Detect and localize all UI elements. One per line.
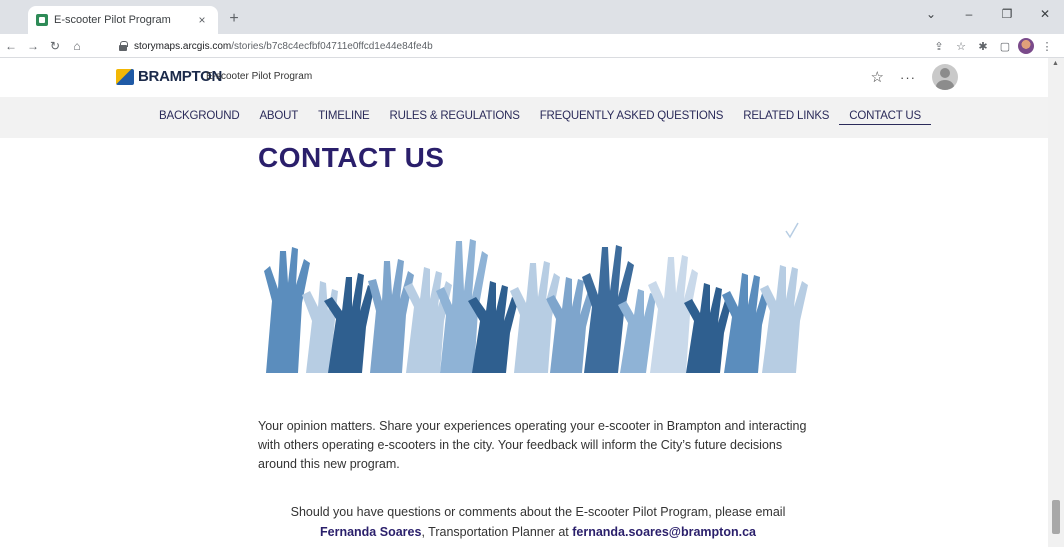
nav-item-faq[interactable]: FREQUENTLY ASKED QUESTIONS [530,110,734,125]
contact-paragraph: Should you have questions or comments ab… [258,502,818,542]
new-tab-button[interactable]: + [224,9,244,29]
user-avatar[interactable] [932,64,958,90]
nav-item-about[interactable]: ABOUT [249,110,308,125]
nav-item-rules-regulations[interactable]: RULES & REGULATIONS [380,110,530,125]
storymaps-favicon-icon [36,14,48,26]
reload-icon[interactable]: ↻ [44,35,66,57]
favorite-star-icon[interactable]: ☆ [871,68,884,86]
hands-group [264,222,808,373]
profile-avatar[interactable] [1018,38,1034,54]
minimize-button[interactable]: – [950,0,988,28]
scroll-thumb[interactable] [1052,500,1060,534]
restore-button[interactable]: ❐ [988,0,1026,28]
browser-tab-strip: E-scooter Pilot Program × + ⌄ – ❐ ✕ [0,0,1064,34]
page-scrollbar[interactable]: ▲ [1048,58,1064,547]
header-actions: ☆ ··· [871,64,958,90]
nav-item-related-links[interactable]: RELATED LINKS [733,110,839,125]
brampton-logo-icon [116,68,134,85]
extensions-icon[interactable]: ✱ [974,36,992,56]
share-icon[interactable]: ⇪ [930,36,948,56]
page-title: CONTACT US [258,142,445,173]
nav-item-contact-us[interactable]: CONTACT US [839,110,931,125]
window-controls: ⌄ – ❐ ✕ [912,0,1064,28]
contact-email-link[interactable]: fernanda.soares@brampton.ca [572,525,756,539]
lock-icon[interactable] [118,41,128,51]
contact-intro: Should you have questions or comments ab… [290,505,786,519]
section-navbar: BACKGROUND ABOUT TIMELINE RULES & REGULA… [0,97,1048,138]
url-text: storymaps.arcgis.com/stories/b7c8c4ecfbf… [134,40,433,52]
scroll-up-arrow-icon[interactable]: ▲ [1052,60,1059,67]
back-arrow-icon[interactable]: ← [0,35,22,57]
tab-close-icon[interactable]: × [194,13,210,27]
forward-arrow-icon[interactable]: → [22,35,44,57]
address-bar[interactable]: storymaps.arcgis.com/stories/b7c8c4ecfbf… [118,37,908,55]
nav-item-timeline[interactable]: TIMELINE [308,110,379,125]
bookmark-star-icon[interactable]: ☆ [952,36,970,56]
more-options-icon[interactable]: ··· [900,70,916,85]
contact-name: Fernanda Soares [320,525,422,539]
tab-title: E-scooter Pilot Program [54,14,171,26]
site-subtitle: E-scooter Pilot Program [206,71,313,82]
contact-role: , Transportation Planner at [421,525,573,539]
raised-hands-illustration [264,222,808,373]
nav-item-background[interactable]: BACKGROUND [149,110,249,125]
home-icon[interactable]: ⌂ [66,35,88,57]
browser-tab[interactable]: E-scooter Pilot Program × [28,6,218,34]
opinion-paragraph: Your opinion matters. Share your experie… [258,419,807,471]
browser-menu-icon[interactable]: ⋮ [1038,36,1056,56]
close-window-button[interactable]: ✕ [1026,0,1064,28]
nav-list: BACKGROUND ABOUT TIMELINE RULES & REGULA… [149,110,931,125]
site-header: BRAMPTON E-scooter Pilot Program ☆ ··· [0,58,1048,97]
browser-toolbar: ← → ↻ ⌂ storymaps.arcgis.com/stories/b7c… [0,34,1064,58]
toolbar-actions: ⇪ ☆ ✱ ▢ ⋮ [930,36,1056,56]
main-content: CONTACT US Your opinion matters. Share y… [0,138,1048,547]
side-panel-icon[interactable]: ▢ [996,36,1014,56]
tab-search-icon[interactable]: ⌄ [912,0,950,28]
